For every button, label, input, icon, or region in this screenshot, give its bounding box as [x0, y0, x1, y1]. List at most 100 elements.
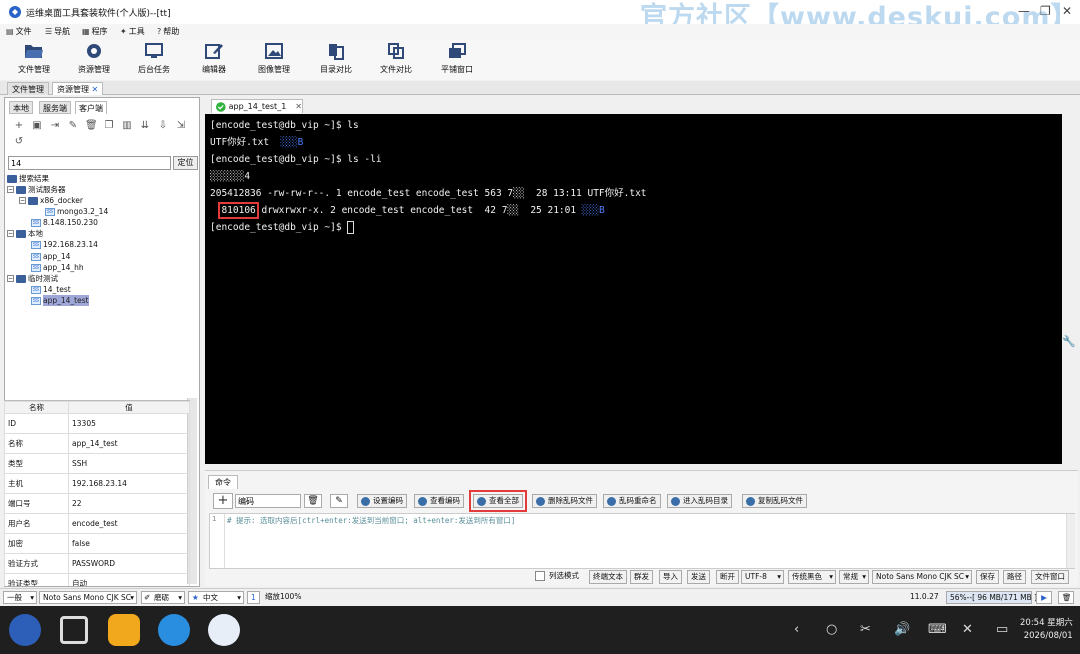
tree-node-group[interactable]: − 本地 — [7, 228, 43, 239]
tree-node-group[interactable]: − x86_docker — [19, 195, 83, 206]
tab-resource-manager[interactable]: 资源管理 ✕ — [52, 82, 104, 95]
language-select[interactable]: ★ 中文 ▾ — [188, 591, 244, 604]
menu-program[interactable]: ▦ 程序 — [82, 26, 108, 37]
maximize-icon[interactable]: ❐ — [1040, 4, 1051, 18]
size-stepper[interactable]: 1 — [247, 591, 260, 604]
message-icon[interactable]: ▭ — [996, 622, 1008, 637]
new-folder-icon[interactable]: ▣ — [31, 120, 43, 131]
theme-select[interactable]: 传统黑色 ▾ — [788, 570, 836, 584]
encoding-input[interactable] — [235, 494, 301, 508]
delete-garbled-files-button[interactable]: 删除乱码文件 — [532, 494, 597, 508]
menu-tools[interactable]: ✦ 工具 — [120, 26, 145, 37]
path-button[interactable]: 路径 — [1003, 570, 1026, 584]
multitask-icon[interactable] — [60, 616, 88, 644]
send-button[interactable]: 发送 — [687, 570, 710, 584]
add-icon[interactable]: + — [13, 120, 25, 131]
app-icon[interactable] — [208, 614, 240, 646]
editor-button[interactable]: 编辑器 — [184, 42, 244, 75]
tree-node-host[interactable]: SS 14_test — [31, 284, 71, 295]
tree-node-host[interactable]: SS mongo3.2_14 — [45, 206, 108, 217]
file-manager-button[interactable]: 文件管理 — [4, 42, 64, 75]
weight-select[interactable]: ✐ 磨砺 ▾ — [141, 591, 185, 604]
tab-server[interactable]: 服务端 — [39, 101, 71, 114]
volume-icon[interactable]: 🔊 — [894, 622, 910, 637]
save-button[interactable]: 保存 — [976, 570, 999, 584]
collapse-icon[interactable]: − — [7, 230, 14, 237]
trash-icon[interactable]: 🗑 — [1058, 591, 1074, 604]
tile-windows-button[interactable]: 平铺窗口 — [427, 42, 487, 75]
copy-icon[interactable]: ❐ — [103, 120, 115, 131]
view-all-button[interactable]: 查看全部 — [469, 490, 527, 512]
enter-garbled-dir-button[interactable]: 进入乱码目录 — [667, 494, 732, 508]
tab-command[interactable]: 命令 — [208, 475, 238, 489]
close-icon[interactable]: ✕ — [1062, 4, 1072, 18]
level-select[interactable]: 一般 ▾ — [3, 591, 37, 604]
dir-compare-button[interactable]: 目录对比 — [306, 42, 366, 75]
encoding-select[interactable]: UTF-8 ▾ — [741, 570, 784, 584]
import-icon[interactable]: ⇥ — [49, 120, 61, 131]
import-button[interactable]: 导入 — [659, 570, 682, 584]
add-command-button[interactable]: + — [213, 493, 233, 509]
tree-node-host-selected[interactable]: SS app_14_test — [31, 295, 89, 306]
tab-local[interactable]: 本地 — [9, 101, 33, 114]
browser-icon[interactable] — [158, 614, 190, 646]
locate-button[interactable]: 定位 — [173, 156, 198, 170]
tree-node-host[interactable]: SS 8.148.150.230 — [31, 217, 98, 228]
paste-icon[interactable]: ▥ — [121, 120, 133, 131]
files-app-icon[interactable] — [108, 614, 140, 646]
clipboard-icon[interactable]: ✂ — [860, 622, 871, 637]
tree-node-group[interactable]: − 测试服务器 — [7, 184, 66, 195]
tab-close-icon[interactable]: ✕ — [92, 85, 99, 94]
set-encoding-button[interactable]: 设置编码 — [357, 494, 407, 508]
font-select[interactable]: Noto Sans Mono CJK SC ▾ — [39, 591, 137, 604]
move-down-icon[interactable]: ⇊ — [139, 120, 151, 131]
delete-icon[interactable]: 🗑 — [304, 494, 322, 508]
terminal-output[interactable]: [encode_test@db_vip ~]$ ls UTF你好.txt ░░░… — [205, 114, 1062, 464]
delete-icon[interactable]: 🗑 — [85, 120, 98, 131]
menu-nav[interactable]: ☰ 导航 — [45, 26, 70, 37]
collapse-icon[interactable]: − — [19, 197, 26, 204]
wrench-icon[interactable]: 🔧 — [1062, 335, 1076, 348]
export-icon[interactable]: ⇲ — [175, 120, 187, 131]
tree-node-root[interactable]: 搜索结果 — [7, 173, 49, 184]
background-tasks-button[interactable]: 后台任务 — [124, 42, 184, 75]
collapse-icon[interactable]: − — [7, 275, 14, 282]
tab-file-manager[interactable]: 文件管理 — [7, 82, 49, 95]
column-mode-checkbox[interactable]: 列选模式 — [535, 570, 582, 584]
group-send-button[interactable]: 群发 — [630, 570, 653, 584]
edit-icon[interactable]: ✎ — [67, 120, 79, 131]
launcher-icon[interactable] — [9, 614, 41, 646]
chevron-left-icon[interactable]: ‹ — [794, 622, 799, 637]
download-icon[interactable]: ⇩ — [157, 120, 169, 131]
tree-node-group[interactable]: − 临时测试 — [7, 273, 58, 284]
menu-help[interactable]: ? 帮助 — [157, 26, 179, 37]
play-icon[interactable]: ▶ — [1036, 591, 1052, 604]
tree-node-host[interactable]: SS app_14_hh — [31, 262, 84, 273]
resource-manager-button[interactable]: 资源管理 — [64, 42, 124, 75]
image-manager-button[interactable]: 图像管理 — [244, 42, 304, 75]
refresh-icon[interactable]: ↺ — [13, 136, 25, 147]
file-window-button[interactable]: 文件窗口 — [1031, 570, 1069, 584]
edit-icon[interactable]: ✎ — [330, 494, 348, 508]
menu-file[interactable]: ▤ 文件 — [6, 26, 32, 37]
keyboard-icon[interactable]: ⌨ — [928, 622, 947, 637]
copy-garbled-files-button[interactable]: 复制乱码文件 — [742, 494, 807, 508]
tab-terminal[interactable]: app_14_test_1 ✕ — [211, 99, 303, 113]
minimize-icon[interactable]: — — [1018, 4, 1030, 18]
disconnect-button[interactable]: 断开 — [716, 570, 739, 584]
file-compare-button[interactable]: 文件对比 — [366, 42, 426, 75]
font-select[interactable]: Noto Sans Mono CJK SC ▾ — [872, 570, 972, 584]
style-select[interactable]: 常规 ▾ — [839, 570, 869, 584]
command-editor[interactable]: 1 # 提示: 选取内容后[ctrl+enter:发送到当前窗口; alt+en… — [209, 513, 1075, 569]
tree-node-host[interactable]: SS app_14 — [31, 251, 70, 262]
tab-client[interactable]: 客户端 — [75, 101, 107, 114]
collapse-icon[interactable]: − — [7, 186, 14, 193]
tab-close-icon[interactable]: ✕ — [295, 102, 302, 111]
rename-garbled-button[interactable]: 乱码重命名 — [603, 494, 661, 508]
search-icon[interactable]: ○ — [826, 622, 837, 637]
terminal-text-button[interactable]: 终端文本 — [589, 570, 627, 584]
network-off-icon[interactable]: ✕ — [962, 622, 973, 637]
view-encoding-button[interactable]: 查看编码 — [414, 494, 464, 508]
search-input[interactable] — [8, 156, 171, 170]
tree-node-host[interactable]: SS 192.168.23.14 — [31, 239, 98, 250]
